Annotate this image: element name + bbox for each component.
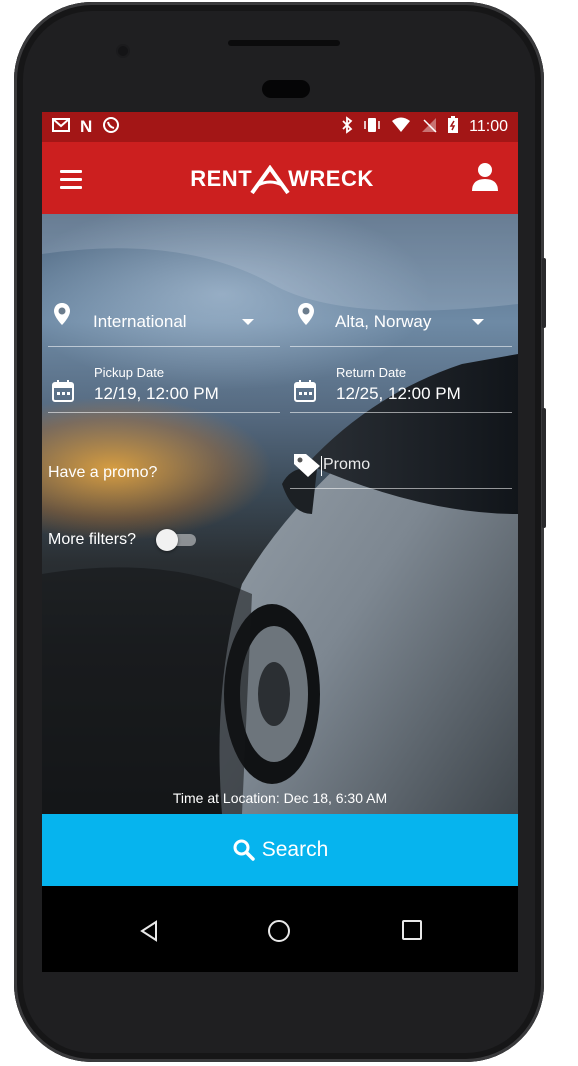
volume-button <box>542 258 546 328</box>
pickup-date-label: Pickup Date <box>94 365 165 380</box>
pickup-date-value: 12/19, 12:00 PM <box>94 384 219 403</box>
dropdown-arrow-icon <box>242 319 254 325</box>
screen: N 11:00 RENT WRECK International Alta, N… <box>42 112 518 972</box>
hamburger-icon-line <box>60 185 82 189</box>
front-camera <box>118 46 128 56</box>
tag-icon <box>294 454 320 477</box>
dropdown-arrow-icon <box>472 319 484 325</box>
promo-prompt: Have a promo? <box>48 464 158 481</box>
text-cursor <box>321 456 322 476</box>
return-date-label: Return Date <box>336 365 407 380</box>
status-time: 11:00 <box>469 118 508 135</box>
more-filters-toggle[interactable] <box>156 529 198 551</box>
signal-icon <box>421 117 437 137</box>
hero-background: International Alta, Norway Pickup Date 1… <box>42 214 518 814</box>
promo-placeholder: Promo <box>323 456 371 473</box>
time-at-location: Time at Location: Dec 18, 6:30 AM <box>172 790 388 806</box>
logo-text-wreck: WRECK <box>288 166 374 191</box>
return-date-field[interactable]: Return Date 12/25, 12:00 PM <box>290 360 512 413</box>
location-pin-icon <box>54 303 70 325</box>
location-value: Alta, Norway <box>335 312 432 331</box>
hamburger-icon-line <box>60 177 82 181</box>
speaker-grille <box>228 40 340 46</box>
promo-input[interactable]: Promo <box>290 450 512 489</box>
android-nav-bar <box>42 886 518 972</box>
home-icon[interactable] <box>268 920 290 942</box>
logo-a-icon <box>250 165 290 195</box>
status-bar: N 11:00 <box>42 112 518 142</box>
back-icon[interactable] <box>138 920 160 942</box>
bluetooth-icon <box>341 116 353 138</box>
app-bar: RENT WRECK <box>42 142 518 214</box>
hamburger-icon <box>60 169 82 173</box>
toggle-knob <box>156 529 178 551</box>
return-date-value: 12/25, 12:00 PM <box>336 384 461 403</box>
more-filters-label: More filters? <box>48 531 137 548</box>
calendar-icon <box>294 380 316 402</box>
n-icon: N <box>80 117 93 136</box>
power-button <box>542 408 546 528</box>
logo-text-rent: RENT <box>190 166 253 191</box>
profile-button[interactable] <box>468 160 502 194</box>
country-select[interactable]: International <box>48 300 280 347</box>
calendar-icon <box>52 380 74 402</box>
earpiece <box>262 80 310 98</box>
pickup-date-field[interactable]: Pickup Date 12/19, 12:00 PM <box>48 360 280 413</box>
gmail-icon <box>52 118 70 136</box>
vibrate-icon <box>363 117 381 137</box>
battery-icon <box>447 116 459 138</box>
whatsapp-icon <box>102 116 120 138</box>
user-icon <box>472 163 498 191</box>
menu-button[interactable] <box>60 164 96 194</box>
brand-logo: RENT WRECK <box>172 162 392 196</box>
search-button-label: Search <box>261 838 329 861</box>
location-pin-icon <box>298 303 314 325</box>
search-icon <box>233 839 255 861</box>
recent-apps-icon[interactable] <box>402 920 422 940</box>
search-button[interactable]: Search <box>42 814 518 886</box>
wifi-icon <box>391 117 411 137</box>
location-select[interactable]: Alta, Norway <box>290 300 512 347</box>
country-value: International <box>93 312 187 331</box>
